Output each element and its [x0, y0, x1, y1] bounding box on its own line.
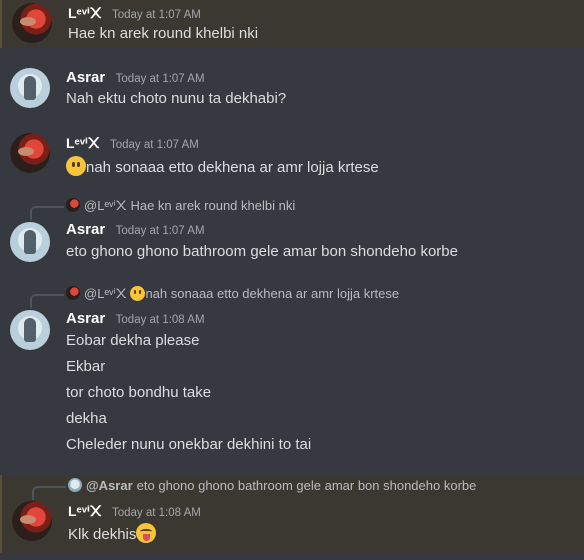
face-without-mouth-emoji[interactable] [66, 156, 86, 176]
message-item[interactable]: Lᵉᵛⁱ᙭ Today at 1:07 AM Hae kn arek round… [0, 0, 584, 48]
timestamp: Today at 1:07 AM [115, 225, 205, 237]
reply-avatar [66, 286, 80, 300]
author-name[interactable]: Asrar [66, 221, 105, 238]
avatar[interactable] [10, 68, 50, 108]
reply-spine [32, 486, 66, 500]
message-text: dekha [66, 410, 107, 427]
winking-tongue-emoji[interactable] [136, 523, 157, 543]
message-text: tor choto bondhu take [66, 384, 212, 401]
message-text: Hae kn arek round khelbi nki [68, 25, 259, 42]
message-text: Ekbar [66, 358, 106, 375]
avatar[interactable] [10, 133, 50, 173]
avatar[interactable] [12, 3, 52, 43]
reply-author[interactable]: @Asrar [86, 478, 133, 493]
message-text: Klk dekhis [68, 526, 137, 543]
reply-avatar [68, 478, 82, 492]
timestamp: Today at 1:07 AM [115, 73, 205, 85]
timestamp: Today at 1:07 AM [109, 139, 199, 151]
author-name[interactable]: Lᵉᵛⁱ᙭ [68, 5, 102, 21]
timestamp: Today at 1:08 AM [115, 314, 205, 326]
reply-text: eto ghono ghono bathroom gele amar bon s… [136, 478, 477, 493]
timestamp: Today at 1:07 AM [111, 9, 201, 21]
message-text: eto ghono ghono bathroom gele amar bon s… [66, 243, 458, 260]
message-text: Nah ektu choto nunu ta dekhabi? [66, 90, 287, 107]
reply-spine [30, 206, 64, 220]
message-item[interactable]: Lᵉᵛⁱ᙭ Today at 1:07 AM nah sonaaa etto d… [0, 125, 584, 185]
reply-author[interactable]: @Lᵉᵛⁱ᙭ [84, 286, 126, 301]
message-item[interactable]: @Lᵉᵛⁱ᙭ Hae kn arek round khelbi nki Asrar… [0, 195, 584, 275]
message-item[interactable]: Asrar Today at 1:07 AM Nah ektu choto nu… [0, 60, 584, 120]
message-text: Cheleder nunu onekbar dekhini to tai [66, 436, 312, 453]
reply-text: Hae kn arek round khelbi nki [130, 198, 296, 213]
message-content: Klk dekhis [68, 523, 157, 543]
message-content: nah sonaaa etto dekhena ar amr lojja krt… [66, 156, 379, 176]
message-text: nah sonaaa etto dekhena ar amr lojja krt… [86, 159, 379, 176]
reply-text: nah sonaaa etto dekhena ar amr lojja krt… [145, 286, 400, 301]
message-item[interactable]: @Lᵉᵛⁱ᙭ nah sonaaa etto dekhena ar amr loj… [0, 283, 584, 463]
author-name[interactable]: Lᵉᵛⁱ᙭ [66, 135, 100, 151]
reply-avatar [66, 198, 80, 212]
reply-author[interactable]: @Lᵉᵛⁱ᙭ [84, 198, 126, 213]
face-without-mouth-emoji [130, 286, 146, 301]
reply-spine [30, 294, 64, 308]
author-name[interactable]: Asrar [66, 310, 105, 327]
author-name[interactable]: Asrar [66, 69, 105, 86]
avatar[interactable] [12, 501, 52, 541]
message-item[interactable]: @Asrar eto ghono ghono bathroom gele amar… [0, 475, 584, 553]
timestamp: Today at 1:08 AM [111, 507, 201, 519]
message-text: Eobar dekha please [66, 332, 200, 349]
avatar[interactable] [10, 222, 50, 262]
avatar[interactable] [10, 310, 50, 350]
author-name[interactable]: Lᵉᵛⁱ᙭ [68, 503, 102, 519]
